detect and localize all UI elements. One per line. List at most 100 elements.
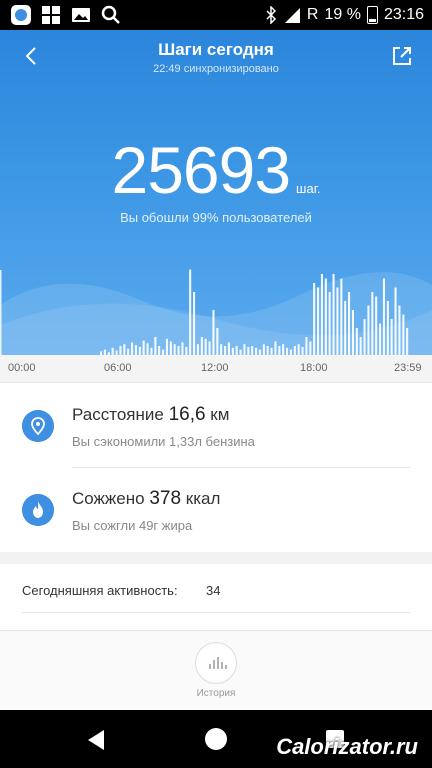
tick-label-1: 06:00 xyxy=(104,362,132,374)
distance-title: Расстояние 16,6 км xyxy=(72,404,229,426)
step-bar xyxy=(231,347,234,355)
comparison-text: Вы обошли 99% пользователей xyxy=(120,210,312,225)
step-bar xyxy=(282,344,285,355)
divider xyxy=(22,612,410,613)
step-count: 25693 шаг. xyxy=(0,132,432,208)
step-bar xyxy=(142,340,145,355)
step-bar xyxy=(270,347,273,355)
section-separator xyxy=(0,552,432,564)
step-bar xyxy=(398,305,401,355)
step-bar xyxy=(193,292,196,355)
battery-percent: 19 % xyxy=(324,6,361,23)
step-bar xyxy=(406,328,409,355)
step-bar xyxy=(348,292,351,355)
time-axis: 00:00 06:00 12:00 18:00 23:59 xyxy=(0,355,432,383)
status-bar: R 19 % 23:16 xyxy=(0,0,432,30)
bottom-nav: История xyxy=(0,630,432,710)
step-bar xyxy=(189,269,192,355)
step-bar xyxy=(390,319,393,355)
step-bar xyxy=(204,338,207,355)
step-bar xyxy=(146,343,149,355)
step-bar xyxy=(154,337,157,355)
step-bar xyxy=(324,278,327,355)
step-bar xyxy=(344,301,347,355)
step-bar xyxy=(305,337,308,355)
step-bar xyxy=(255,347,258,355)
network-indicator: R xyxy=(306,6,319,23)
step-bar xyxy=(138,346,141,355)
step-bar xyxy=(274,341,277,355)
step-bar xyxy=(359,337,362,355)
step-bar xyxy=(317,287,320,355)
clock: 23:16 xyxy=(383,6,424,23)
step-bar xyxy=(177,346,180,355)
step-bar xyxy=(200,337,203,355)
tick-label-3: 18:00 xyxy=(300,362,328,374)
calories-label: Сожжено xyxy=(72,489,145,508)
step-bar xyxy=(216,328,219,355)
activity-value: 34 xyxy=(206,583,221,598)
distance-label: Расстояние xyxy=(72,405,164,424)
step-bar xyxy=(402,314,405,355)
history-button[interactable] xyxy=(195,642,237,684)
step-bar xyxy=(134,345,137,355)
step-bar xyxy=(379,323,382,355)
step-bar xyxy=(355,328,358,355)
steps-bar-chart xyxy=(0,269,409,355)
step-bar xyxy=(262,344,265,355)
step-bar xyxy=(371,292,374,355)
step-bar xyxy=(297,344,300,355)
tick-label-4: 23:59 xyxy=(394,362,422,374)
watermark: Calorizator.ru xyxy=(276,734,418,759)
step-bar xyxy=(111,347,114,355)
step-bar xyxy=(286,347,289,355)
step-bar xyxy=(251,346,254,355)
tick-label-2: 12:00 xyxy=(201,362,229,374)
step-bar xyxy=(394,287,397,355)
step-bar xyxy=(224,346,227,355)
step-bar xyxy=(309,341,312,355)
step-bar xyxy=(293,346,296,355)
notification-icons xyxy=(10,4,122,26)
chart-axis-line xyxy=(0,270,2,355)
system-indicators: R 19 % 23:16 xyxy=(265,0,424,30)
step-bar xyxy=(212,310,215,355)
calories-title: Сожжено 378 ккал xyxy=(72,488,220,510)
steps-hero: Шаги сегодня 22:49 синхронизировано 2569… xyxy=(0,30,432,355)
step-bar xyxy=(173,344,176,355)
step-bar xyxy=(266,346,269,355)
step-bar xyxy=(301,346,304,355)
step-bar xyxy=(332,274,335,355)
distance-card[interactable]: Расстояние 16,6 км Вы сэкономили 1,33л б… xyxy=(0,384,432,468)
location-icon xyxy=(22,410,54,442)
step-bar xyxy=(150,347,153,355)
step-bar xyxy=(165,338,168,355)
step-bar xyxy=(181,342,184,355)
step-bar xyxy=(158,346,161,355)
step-bar xyxy=(169,341,172,355)
step-bar xyxy=(247,346,250,355)
step-bar xyxy=(278,346,281,355)
nav-home-icon[interactable] xyxy=(205,728,227,750)
step-bar xyxy=(363,319,366,355)
step-bar xyxy=(336,287,339,355)
battery-icon xyxy=(366,6,378,24)
step-bar xyxy=(131,342,134,355)
share-icon[interactable] xyxy=(390,44,414,68)
windows-icon xyxy=(42,6,60,24)
distance-subtext: Вы сэкономили 1,33л бензина xyxy=(72,434,255,449)
calories-value: 378 xyxy=(149,488,182,509)
distance-value: 16,6 xyxy=(168,404,206,425)
gallery-icon xyxy=(72,8,90,22)
nav-back-icon[interactable] xyxy=(86,729,106,751)
calories-unit: ккал xyxy=(185,489,221,508)
search-icon xyxy=(101,5,120,24)
calories-card[interactable]: Сожжено 378 ккал Вы сожгли 49г жира xyxy=(0,468,432,552)
flame-icon xyxy=(22,494,54,526)
step-bar xyxy=(185,346,188,355)
step-bar xyxy=(351,310,354,355)
activity-label: Сегодняшняя активность: xyxy=(22,583,178,598)
step-bar xyxy=(208,341,211,355)
distance-unit: км xyxy=(210,405,230,424)
step-bar xyxy=(123,344,126,355)
